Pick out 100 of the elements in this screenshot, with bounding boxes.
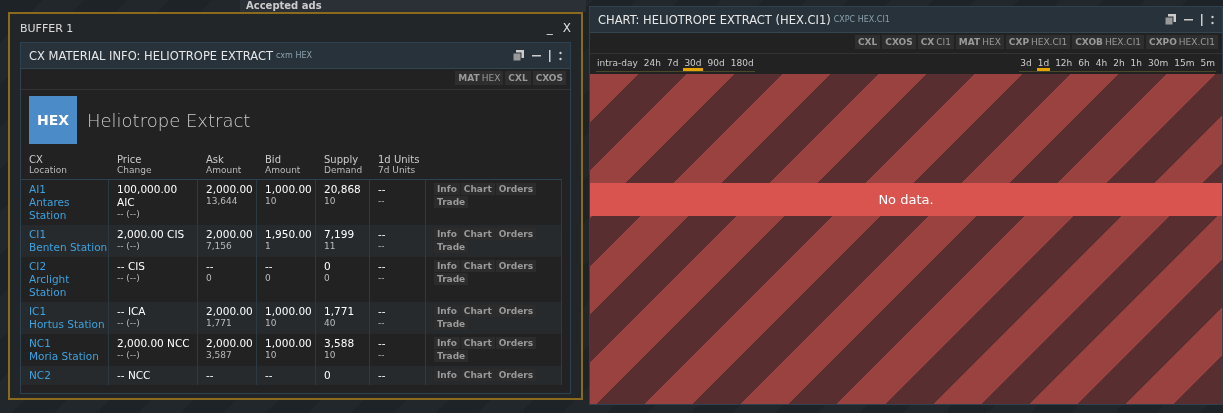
action-button[interactable]: Orders — [495, 337, 537, 349]
bid-text: 1,950.00 — [265, 228, 313, 241]
location-link[interactable]: Hortus Station — [29, 318, 108, 331]
action-button[interactable]: Chart — [460, 183, 495, 195]
location-link[interactable]: Benten Station — [29, 241, 108, 254]
interval-tab[interactable]: 4h — [1094, 58, 1109, 71]
action-button[interactable]: Orders — [495, 228, 537, 240]
material-name: Heliotrope Extract — [87, 109, 251, 131]
command-button[interactable]: CXPO HEX.CI1 — [1146, 35, 1218, 49]
interval-tab[interactable]: 15m — [1173, 58, 1196, 71]
location-link[interactable]: CI1 — [29, 228, 108, 241]
ask-text: -- — [206, 369, 215, 382]
price-text: -- NCC — [117, 369, 152, 382]
interval-tab[interactable]: 1h — [1129, 58, 1144, 71]
command-button[interactable]: MAT HEX — [955, 35, 1004, 49]
more-icon[interactable] — [559, 50, 562, 61]
interval-tab[interactable]: 30m — [1147, 58, 1170, 71]
amount-text: 10 — [265, 318, 278, 329]
interval-tab[interactable]: 1d — [1036, 58, 1051, 71]
command-text: CXPC HEX.CI1 — [833, 15, 890, 24]
command-button[interactable]: MAT HEX — [455, 71, 504, 85]
command-button[interactable]: CX CI1 — [917, 35, 954, 49]
location-link[interactable]: IC1 — [29, 305, 108, 318]
demand-text: 10 — [324, 196, 337, 207]
action-button[interactable]: Chart — [460, 305, 495, 317]
action-button[interactable]: Info — [434, 337, 460, 349]
action-button[interactable]: Trade — [434, 273, 469, 285]
action-button[interactable]: Info — [434, 260, 460, 272]
action-button[interactable]: Trade — [434, 350, 469, 362]
action-button[interactable]: Orders — [495, 369, 537, 381]
action-button[interactable]: Trade — [434, 241, 469, 253]
minimize-icon[interactable] — [532, 54, 541, 57]
price-text: 2,000.00 CIS — [117, 228, 186, 241]
action-button[interactable]: Chart — [460, 260, 495, 272]
command-button[interactable]: CXL — [505, 71, 531, 85]
action-button[interactable]: Trade — [434, 318, 469, 330]
units-text: -- — [378, 183, 387, 196]
demand-text: 0 — [324, 273, 331, 284]
ask-text: 2,000.00 — [206, 305, 254, 318]
amount-text: 10 — [265, 350, 278, 361]
amount-text: 13,644 — [206, 196, 239, 207]
location-link[interactable]: NC1 — [29, 337, 108, 350]
range-tab[interactable]: 180d — [729, 58, 755, 71]
amount-text: 1 — [265, 241, 272, 252]
range-tab[interactable]: 7d — [665, 58, 680, 71]
action-button[interactable]: Trade — [434, 196, 469, 208]
action-button[interactable]: Chart — [460, 337, 495, 349]
command-button[interactable]: CXL — [855, 35, 881, 49]
bid-text: -- — [265, 260, 274, 273]
demand-text: 11 — [324, 241, 337, 252]
bid-text: 1,000.00 — [265, 305, 313, 318]
minimize-button[interactable]: _ — [546, 21, 553, 35]
ask-text: 2,000.00 — [206, 337, 254, 350]
material-logo: HEX — [29, 96, 77, 144]
command-text: cxm HEX — [275, 51, 312, 60]
action-button[interactable]: Chart — [460, 228, 495, 240]
more-icon[interactable] — [1211, 14, 1214, 25]
location-link[interactable]: Moria Station — [29, 350, 108, 363]
location-link[interactable]: CI2 — [29, 260, 108, 273]
location-link[interactable]: Antares Station — [29, 196, 108, 222]
amount-text: 3,587 — [206, 350, 233, 361]
change-text: -- (--) — [117, 350, 141, 361]
windows-icon[interactable] — [513, 50, 524, 61]
minimize-icon[interactable] — [1184, 18, 1193, 21]
range-tab[interactable]: 30d — [683, 58, 703, 71]
supply-text: 7,199 — [324, 228, 356, 241]
supply-text: 0 — [324, 369, 332, 382]
action-button[interactable]: Orders — [495, 260, 537, 272]
action-button[interactable]: Info — [434, 369, 460, 381]
interval-tab[interactable]: 2h — [1112, 58, 1126, 71]
no-data-message: No data. — [590, 182, 1222, 216]
interval-tab[interactable]: 3d — [1019, 58, 1033, 71]
interval-tab[interactable]: 6h — [1077, 58, 1091, 71]
action-button[interactable]: Orders — [495, 183, 537, 195]
action-button[interactable]: Info — [434, 183, 460, 195]
location-link[interactable]: AI1 — [29, 183, 108, 196]
units-text: -- — [378, 318, 386, 329]
supply-text: 1,771 — [324, 305, 356, 318]
supply-text: 0 — [324, 260, 332, 273]
amount-text: 1,771 — [206, 318, 233, 329]
units-text: -- — [378, 260, 387, 273]
range-tab[interactable]: 90d — [706, 58, 726, 71]
action-button[interactable]: Info — [434, 228, 460, 240]
action-button[interactable]: Chart — [460, 369, 495, 381]
command-button[interactable]: CXOB HEX.CI1 — [1072, 35, 1145, 49]
location-link[interactable]: Arclight Station — [29, 273, 108, 299]
price-text: 100,000.00 AIC — [117, 183, 179, 209]
action-button[interactable]: Info — [434, 305, 460, 317]
windows-icon[interactable] — [1165, 14, 1176, 25]
close-button[interactable]: X — [562, 21, 571, 35]
range-tab[interactable]: intra-day — [596, 58, 639, 71]
command-button[interactable]: CXOS — [882, 35, 916, 49]
command-button[interactable]: CXP HEX.CI1 — [1005, 35, 1071, 49]
action-button[interactable]: Orders — [495, 305, 537, 317]
range-tab[interactable]: 24h — [642, 58, 662, 71]
interval-tab[interactable]: 5m — [1199, 58, 1216, 71]
interval-tab[interactable]: 12h — [1054, 58, 1074, 71]
price-text: -- ICA — [117, 305, 147, 318]
command-button[interactable]: CXOS — [532, 71, 566, 85]
panel-title: CHART: HELIOTROPE EXTRACT (HEX.CI1) — [598, 12, 831, 27]
